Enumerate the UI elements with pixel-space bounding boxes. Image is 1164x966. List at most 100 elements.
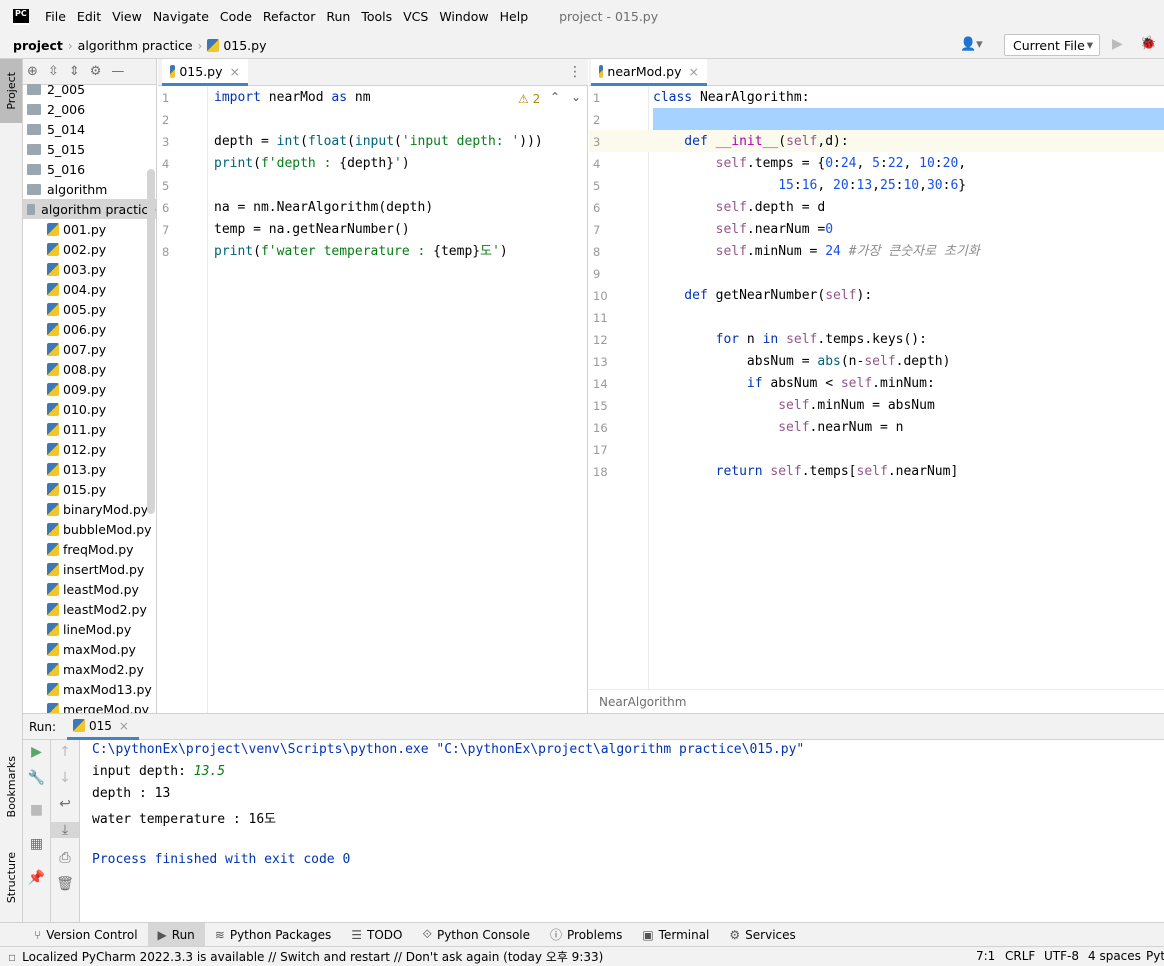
bottom-tab-terminal[interactable]: ▣ Terminal (632, 923, 719, 947)
breadcrumb-file[interactable]: 015.py (223, 38, 266, 53)
breadcrumb-folder[interactable]: algorithm practice (78, 38, 193, 53)
soft-wrap-icon[interactable]: ↩ (51, 796, 79, 812)
tree-item[interactable]: lineMod.py (23, 619, 156, 639)
menu-help[interactable]: Help (500, 9, 529, 24)
locate-icon[interactable]: ⊕ (27, 64, 38, 79)
rerun-icon[interactable]: ▶ (23, 744, 50, 760)
tree-item[interactable]: 5_014 (23, 119, 156, 139)
bookmarks-tool-button[interactable]: Bookmarks (0, 747, 22, 827)
tree-item[interactable]: leastMod.py (23, 579, 156, 599)
menu-view[interactable]: View (112, 9, 142, 24)
menu-edit[interactable]: Edit (77, 9, 101, 24)
close-icon[interactable]: × (119, 719, 129, 733)
bottom-tab-todo[interactable]: ☰ TODO (341, 923, 412, 947)
chevron-up-icon[interactable]: ⌃ (550, 90, 560, 104)
tree-item[interactable]: 5_015 (23, 139, 156, 159)
tree-item[interactable]: 013.py (23, 459, 156, 479)
tree-item[interactable]: freqMod.py (23, 539, 156, 559)
tree-item[interactable]: mergeMod.py (23, 699, 156, 713)
stop-icon[interactable]: ■ (23, 802, 50, 818)
tree-item[interactable]: 2_006 (23, 99, 156, 119)
structure-tool-button[interactable]: Structure (0, 843, 22, 913)
run-tab-015[interactable]: 015 × (67, 714, 139, 740)
close-icon[interactable]: × (689, 64, 699, 79)
user-icon[interactable]: 👤▾ (960, 37, 983, 52)
menu-window[interactable]: Window (439, 9, 488, 24)
tree-item[interactable]: 011.py (23, 419, 156, 439)
line-separator[interactable]: CRLF (1005, 949, 1035, 963)
status-message[interactable]: Localized PyCharm 2022.3.3 is available … (22, 948, 603, 965)
tree-item[interactable]: insertMod.py (23, 559, 156, 579)
debug-icon[interactable]: 🐞 (1140, 36, 1156, 51)
tree-item[interactable]: 010.py (23, 399, 156, 419)
chevron-down-icon[interactable]: ⌄ (571, 90, 581, 104)
tree-item[interactable]: bubbleMod.py (23, 519, 156, 539)
menu-refactor[interactable]: Refactor (263, 9, 315, 24)
pin-icon[interactable]: 📌 (23, 870, 50, 886)
project-tool-button[interactable]: Project (0, 59, 22, 123)
bottom-tab-version-control[interactable]: ⑂ Version Control (0, 923, 148, 947)
indent-setting[interactable]: 4 spaces (1088, 949, 1141, 963)
menu-navigate[interactable]: Navigate (153, 9, 209, 24)
tree-item[interactable]: 001.py (23, 219, 156, 239)
tree-item[interactable]: maxMod.py (23, 639, 156, 659)
more-icon[interactable]: ⋮ (568, 64, 582, 80)
menu-code[interactable]: Code (220, 9, 252, 24)
tree-item[interactable]: algorithm (23, 179, 156, 199)
bottom-tab-python-packages[interactable]: ≋ Python Packages (205, 923, 341, 947)
scroll-to-end-icon[interactable]: ⤓ (51, 822, 79, 838)
tree-item[interactable]: algorithm practice (23, 199, 156, 219)
tab-nearmod-py[interactable]: nearMod.py × (591, 59, 707, 86)
code-line: absNum = abs(n-self.depth) (653, 351, 951, 373)
code-token: def (653, 134, 716, 149)
tree-item[interactable]: 012.py (23, 439, 156, 459)
expand-all-icon[interactable]: ⇳ (48, 64, 59, 79)
tree-item[interactable]: maxMod2.py (23, 659, 156, 679)
trash-icon[interactable]: 🗑 (51, 876, 79, 892)
wrench-icon[interactable]: 🔧 (23, 770, 50, 786)
breadcrumb-project[interactable]: project (13, 38, 63, 53)
tree-item[interactable]: 007.py (23, 339, 156, 359)
hide-icon[interactable]: — (111, 64, 124, 79)
tree-item[interactable]: 015.py (23, 479, 156, 499)
tree-item[interactable]: 002.py (23, 239, 156, 259)
tab-015-py[interactable]: 015.py × (162, 59, 248, 86)
tree-item[interactable]: 009.py (23, 379, 156, 399)
tree-item[interactable]: 5_016 (23, 159, 156, 179)
bottom-tab-python-console[interactable]: ⟐ Python Console (412, 923, 540, 947)
tree-item[interactable]: 005.py (23, 299, 156, 319)
tree-scrollbar[interactable] (147, 169, 155, 514)
warning-indicator[interactable]: ⚠ 2 (518, 92, 540, 106)
tree-item[interactable]: 004.py (23, 279, 156, 299)
tree-item[interactable]: leastMod2.py (23, 599, 156, 619)
editor2-breadcrumb[interactable]: NearAlgorithm (589, 689, 1164, 713)
editor2[interactable]: 1 class NearAlgorithm: 2 3 def __init__(sel… (589, 86, 1164, 689)
tree-item[interactable]: 006.py (23, 319, 156, 339)
run-icon[interactable]: ▶ (1112, 36, 1123, 52)
print-icon[interactable]: ⎙ (51, 850, 79, 866)
gear-icon[interactable]: ⚙ (90, 64, 102, 79)
close-icon[interactable]: × (230, 64, 240, 79)
tree-item[interactable]: 008.py (23, 359, 156, 379)
layout-icon[interactable]: ▦ (23, 836, 50, 852)
menu-tools[interactable]: Tools (361, 9, 392, 24)
tree-item[interactable]: 003.py (23, 259, 156, 279)
menu-run[interactable]: Run (326, 9, 350, 24)
run-console[interactable]: C:\pythonEx\project\venv\Scripts\python.… (80, 740, 1164, 922)
tree-item[interactable]: maxMod13.py (23, 679, 156, 699)
arrow-up-icon[interactable]: ↑ (51, 744, 79, 760)
tree-item[interactable]: 2_005 (23, 79, 156, 99)
bottom-tab-run[interactable]: ▶ Run (147, 922, 205, 947)
run-config-select[interactable]: Current File ▾ (1004, 34, 1100, 56)
menu-vcs[interactable]: VCS (403, 9, 428, 24)
bottom-tab-problems[interactable]: ⓘ Problems (540, 923, 632, 947)
editor1[interactable]: 1 import nearMod as nm 2 3 depth = int(float… (158, 86, 588, 713)
arrow-down-icon[interactable]: ↓ (51, 770, 79, 786)
caret-position[interactable]: 7:1 (976, 949, 995, 963)
collapse-all-icon[interactable]: ⇕ (69, 64, 80, 79)
tree-item[interactable]: binaryMod.py (23, 499, 156, 519)
file-encoding[interactable]: UTF-8 (1044, 949, 1079, 963)
python-interpreter[interactable]: Pyt (1146, 949, 1164, 963)
bottom-tab-services[interactable]: ⚙ Services (719, 923, 805, 947)
menu-file[interactable]: File (45, 9, 66, 24)
